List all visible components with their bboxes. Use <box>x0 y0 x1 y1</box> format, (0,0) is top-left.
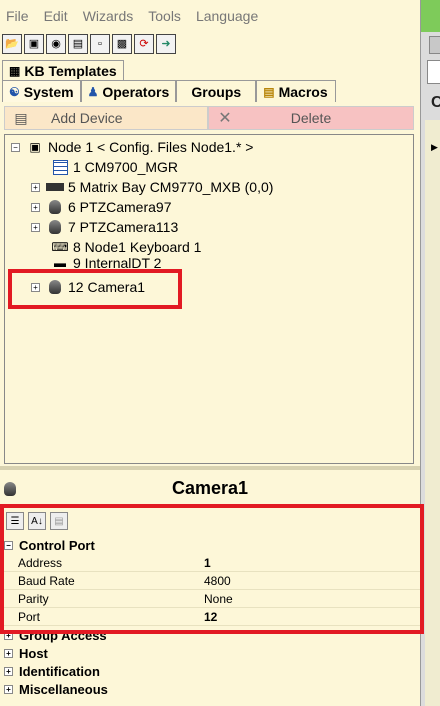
category-group-access[interactable]: + Group Access <box>0 626 420 644</box>
property-pages-icon[interactable]: ▤ <box>50 512 68 530</box>
expand-toggle[interactable]: + <box>4 684 13 694</box>
keyboard-icon: ⌨ <box>51 240 69 254</box>
property-row-baud-rate[interactable]: Baud Rate 4800 <box>0 572 420 590</box>
table-icon: ▦ <box>9 63 21 78</box>
tab-macros[interactable]: ▤ Macros <box>256 80 337 102</box>
tree-item[interactable]: ⌨ 8 Node1 Keyboard 1 <box>51 237 201 257</box>
menu-edit[interactable]: Edit <box>44 8 68 24</box>
categorized-icon[interactable]: ☰ <box>6 512 24 530</box>
toolbar: 📂 ▣ ◉ ▤ ▫ ▩ ⟳ ➜ <box>0 32 420 56</box>
category-host[interactable]: + Host <box>0 644 420 662</box>
tree-item[interactable]: ▬ 9 InternalDT 2 <box>51 257 161 269</box>
tab-row-top: ▦ KB Templates <box>2 60 124 80</box>
expand-toggle[interactable]: + <box>4 630 13 640</box>
page-icon[interactable]: ▫ <box>90 34 110 54</box>
menu-wizards[interactable]: Wizards <box>83 8 134 24</box>
tab-kb-templates[interactable]: ▦ KB Templates <box>2 60 124 80</box>
property-row-address[interactable]: Address 1 <box>0 554 420 572</box>
tree-item[interactable]: 1 CM9700_MGR <box>51 157 178 177</box>
tree-item[interactable]: + 6 PTZCamera97 <box>31 197 171 217</box>
alphabetical-sort-icon[interactable]: A↓ <box>28 512 46 530</box>
user-icon: ♟ <box>87 84 99 99</box>
tree-item[interactable]: + 7 PTZCamera113 <box>31 217 178 237</box>
scroll-icon: ▤ <box>263 84 275 99</box>
tree-item[interactable]: + 5 Matrix Bay CM9770_MXB (0,0) <box>31 177 273 197</box>
tab-operators[interactable]: ♟ Operators <box>80 80 177 102</box>
menu-file[interactable]: File <box>6 8 29 24</box>
tab-row-bottom: ☯ System ♟ Operators Groups ▤ Macros <box>2 80 337 102</box>
property-row-port[interactable]: Port 12 <box>0 608 420 626</box>
properties-icon[interactable]: ▤ <box>68 34 88 54</box>
property-toolbar: ☰ A↓ ▤ <box>2 510 414 532</box>
category-miscellaneous[interactable]: + Miscellaneous <box>0 680 420 698</box>
adjacent-tab[interactable] <box>429 36 440 54</box>
tab-system[interactable]: ☯ System <box>2 80 81 102</box>
expand-toggle[interactable]: + <box>4 666 13 676</box>
delete-button[interactable]: ✕ Delete <box>208 106 414 130</box>
category-control-port[interactable]: − Control Port <box>0 536 420 554</box>
expand-arrow-icon[interactable]: ▶ <box>431 142 438 153</box>
adjacent-content <box>425 120 440 706</box>
tree-root-node[interactable]: − ▣ Node 1 < Config. Files Node1.* > <box>11 137 253 157</box>
highlight-box-tree <box>8 269 182 309</box>
save-icon[interactable]: ▣ <box>24 34 44 54</box>
refresh-icon[interactable]: ⟳ <box>134 34 154 54</box>
property-row-parity[interactable]: Parity None <box>0 590 420 608</box>
adjacent-panel: C ▶ <box>420 0 440 706</box>
window-control-strip <box>421 0 440 32</box>
expand-toggle[interactable]: + <box>31 182 40 192</box>
expand-toggle[interactable]: + <box>31 202 40 212</box>
properties-title: Camera1 <box>171 478 249 498</box>
collapse-toggle[interactable]: − <box>11 142 20 152</box>
network-icon: ☯ <box>9 84 20 99</box>
properties-header: Camera1 <box>0 474 420 504</box>
category-identification[interactable]: + Identification <box>0 662 420 680</box>
menu-tools[interactable]: Tools <box>148 8 181 24</box>
grid-icon <box>51 159 69 175</box>
tab-groups[interactable]: Groups <box>176 80 257 102</box>
add-device-button[interactable]: ▤ Add Device <box>4 106 208 130</box>
open-icon[interactable]: 📂 <box>2 34 22 54</box>
adjacent-heading: C <box>431 94 440 111</box>
print-icon[interactable]: ▩ <box>112 34 132 54</box>
delete-icon: ✕ <box>218 110 232 127</box>
menu-language[interactable]: Language <box>196 8 258 24</box>
adjacent-tab-active[interactable] <box>427 60 440 84</box>
property-grid: − Control Port Address 1 Baud Rate 4800 … <box>0 536 420 698</box>
exit-icon[interactable]: ➜ <box>156 34 176 54</box>
expand-toggle[interactable]: + <box>31 222 40 232</box>
camera-icon <box>46 199 64 215</box>
expand-toggle[interactable]: + <box>4 648 13 658</box>
network-node-icon: ▣ <box>29 140 41 154</box>
camera-icon <box>46 219 64 235</box>
find-icon[interactable]: ◉ <box>46 34 66 54</box>
device-icon: ▬ <box>54 257 66 269</box>
splitter[interactable] <box>0 466 420 470</box>
matrix-icon <box>46 179 64 195</box>
add-device-icon: ▤ <box>14 109 28 126</box>
collapse-toggle[interactable]: − <box>4 540 13 550</box>
menu-bar: File Edit Wizards Tools Language <box>0 0 420 32</box>
